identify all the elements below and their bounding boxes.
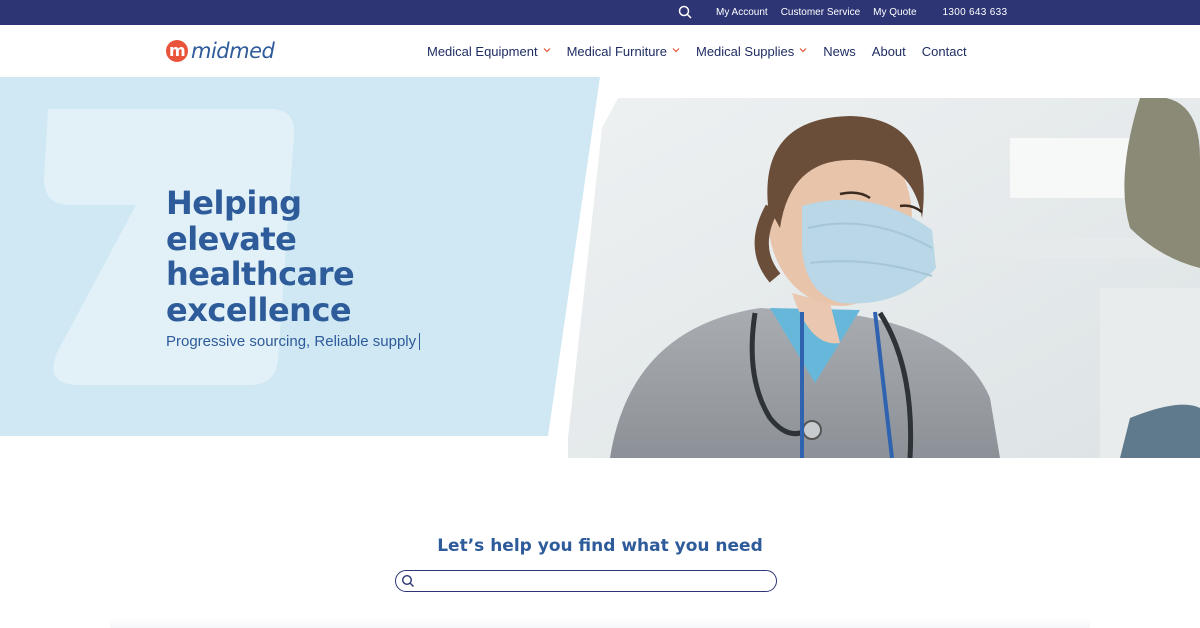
product-search-input[interactable] — [420, 573, 770, 589]
nav-item-contact[interactable]: Contact — [922, 44, 967, 59]
chevron-down-icon — [672, 48, 680, 53]
section-divider — [110, 618, 1090, 628]
find-heading: Let’s help you find what you need — [437, 536, 763, 556]
hero-title-line: Helping — [166, 184, 302, 222]
site-header: m midmed Medical Equipment Medical Furni… — [0, 25, 1200, 77]
nav-item-label: Medical Supplies — [696, 43, 795, 59]
hero-title-line: healthcare — [166, 255, 355, 293]
nav-item-label: Medical Furniture — [566, 43, 667, 59]
hero-subtitle: Progressive sourcing, Reliable supply — [166, 333, 421, 350]
hero-title-line: elevate — [166, 219, 297, 258]
main-nav: Medical Equipment Medical Furniture Medi… — [427, 25, 983, 77]
search-icon[interactable] — [678, 5, 692, 19]
hero-title-line: excellence — [166, 290, 352, 329]
phone-link[interactable]: 1300 643 633 — [943, 7, 1008, 18]
search-icon — [401, 574, 414, 587]
top-utility-bar: My Account Customer Service My Quote 130… — [0, 0, 1200, 25]
nav-item-label: Medical Equipment — [427, 43, 538, 59]
customer-service-link[interactable]: Customer Service — [781, 7, 860, 18]
nav-item-label: News — [823, 43, 856, 59]
text-cursor — [419, 333, 421, 350]
hero-photo-healthcare-worker — [540, 98, 1200, 458]
logo-wordmark: midmed — [191, 39, 275, 63]
nav-item-label: Contact — [921, 43, 967, 59]
hero-subtitle-text: Progressive sourcing, Reliable supply — [166, 333, 417, 350]
nav-item-medical-supplies[interactable]: Medical Supplies — [696, 44, 807, 59]
midmed-logo-icon: m — [166, 40, 188, 62]
product-search-box[interactable] — [395, 570, 777, 592]
nav-item-news[interactable]: News — [823, 44, 856, 59]
nav-item-medical-furniture[interactable]: Medical Furniture — [567, 44, 680, 59]
my-account-link[interactable]: My Account — [716, 7, 768, 18]
my-quote-link[interactable]: My Quote — [873, 7, 916, 18]
hero-title: Helping elevate healthcare excellence — [166, 184, 355, 329]
utility-links: My Account Customer Service My Quote 130… — [716, 0, 1020, 25]
site-logo[interactable]: m midmed — [166, 39, 275, 63]
nav-item-medical-equipment[interactable]: Medical Equipment — [427, 44, 551, 59]
nav-item-about[interactable]: About — [872, 44, 906, 59]
chevron-down-icon — [799, 48, 807, 53]
chevron-down-icon — [543, 48, 550, 53]
nav-item-label: About — [871, 43, 906, 59]
